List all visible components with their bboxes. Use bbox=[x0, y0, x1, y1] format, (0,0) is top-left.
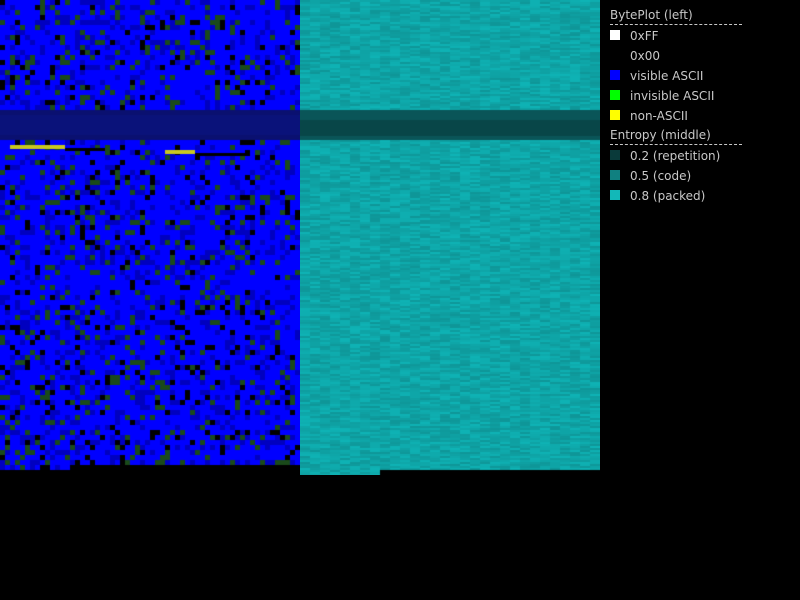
legend-item-0xff: 0xFF bbox=[610, 26, 742, 46]
legend-item-code: 0.5 (code) bbox=[610, 166, 742, 186]
blue-swatch-icon bbox=[610, 70, 620, 80]
legend-item-repetition: 0.2 (repetition) bbox=[610, 146, 742, 166]
green-swatch-icon bbox=[610, 90, 620, 100]
byteplot-panel[interactable] bbox=[0, 0, 300, 475]
legend-label-0x00: 0x00 bbox=[630, 49, 661, 63]
legend-item-invisible-ascii: invisible ASCII bbox=[610, 86, 742, 106]
entropy-panel[interactable] bbox=[300, 0, 600, 475]
legend: BytePlot (left) 0xFF 0x00 visible ASCII … bbox=[610, 6, 742, 206]
yellow-swatch-icon bbox=[610, 110, 620, 120]
cyan-swatch-icon bbox=[610, 190, 620, 200]
teal-swatch-icon bbox=[610, 170, 620, 180]
legend-label-repetition: 0.2 (repetition) bbox=[630, 149, 721, 163]
legend-label-0xff: 0xFF bbox=[630, 29, 659, 43]
entropy-legend-heading: Entropy (middle) bbox=[610, 126, 742, 145]
legend-label-non-ascii: non-ASCII bbox=[630, 109, 688, 123]
black-swatch-icon bbox=[610, 50, 620, 60]
legend-label-code: 0.5 (code) bbox=[630, 169, 692, 183]
byteplot-legend-heading: BytePlot (left) bbox=[610, 6, 742, 25]
legend-item-packed: 0.8 (packed) bbox=[610, 186, 742, 206]
dark-teal-swatch-icon bbox=[610, 150, 620, 160]
legend-label-invisible-ascii: invisible ASCII bbox=[630, 89, 715, 103]
legend-item-non-ascii: non-ASCII bbox=[610, 106, 742, 126]
binary-visualization-window: BytePlot (left) 0xFF 0x00 visible ASCII … bbox=[0, 0, 800, 600]
legend-item-visible-ascii: visible ASCII bbox=[610, 66, 742, 86]
legend-item-0x00: 0x00 bbox=[610, 46, 742, 66]
white-swatch-icon bbox=[610, 30, 620, 40]
legend-label-visible-ascii: visible ASCII bbox=[630, 69, 704, 83]
legend-label-packed: 0.8 (packed) bbox=[630, 189, 706, 203]
